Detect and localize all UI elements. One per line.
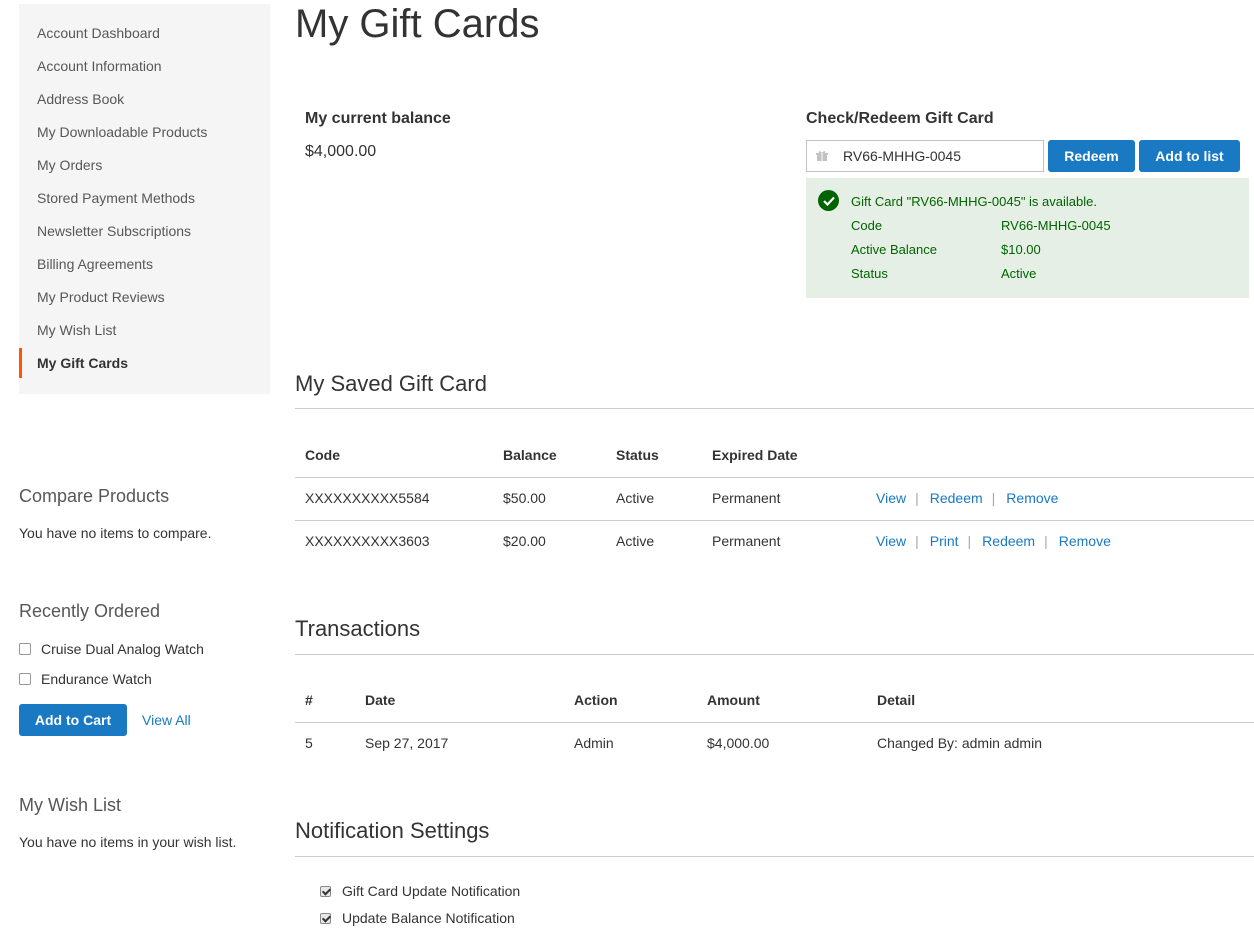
remove-link[interactable]: Remove <box>1059 533 1111 549</box>
add-to-list-button[interactable]: Add to list <box>1139 140 1240 172</box>
view-link[interactable]: View <box>876 533 906 549</box>
print-link[interactable]: Print <box>930 533 959 549</box>
message-row-label: Active Balance <box>851 242 937 257</box>
gift-icon <box>815 149 829 163</box>
message-row-value: $10.00 <box>1001 242 1041 257</box>
column-header-detail: Detail <box>877 692 916 708</box>
action-separator: | <box>991 490 996 506</box>
nav-item-downloadable-products[interactable]: My Downloadable Products <box>19 120 270 153</box>
column-header-number: # <box>305 692 313 708</box>
row-actions: View | Print | Redeem | Remove <box>876 533 1111 549</box>
notification-option-label[interactable]: Update Balance Notification <box>342 910 515 926</box>
cell-code: XXXXXXXXXX3603 <box>305 533 430 549</box>
redeem-title: Check/Redeem Gift Card <box>806 110 994 127</box>
message-row-label: Code <box>851 218 883 233</box>
column-header-amount: Amount <box>707 692 760 708</box>
cell-status: Active <box>616 490 655 506</box>
action-separator: | <box>1044 533 1048 549</box>
section-divider <box>295 654 1254 655</box>
update-balance-checkbox[interactable] <box>320 912 331 924</box>
message-row-value: Active <box>1001 266 1037 281</box>
compare-products-block: Compare Products You have no items to co… <box>19 486 270 541</box>
recently-ordered-checkbox[interactable] <box>19 673 31 685</box>
nav-item-account-information[interactable]: Account Information <box>19 54 270 87</box>
nav-item-my-orders[interactable]: My Orders <box>19 153 270 186</box>
gift-card-code-input[interactable]: RV66-MHHG-0045 <box>806 140 1044 172</box>
action-separator: | <box>967 533 972 549</box>
notification-option: Gift Card Update Notification <box>320 883 520 899</box>
column-header-date: Date <box>365 692 396 708</box>
cell-balance: $20.00 <box>503 533 546 549</box>
current-balance-title: My current balance <box>305 110 451 127</box>
checkmark-icon <box>818 190 839 211</box>
page-title: My Gift Cards <box>295 2 540 46</box>
section-divider <box>295 408 1254 409</box>
cell-expired: Permanent <box>712 533 781 549</box>
cell-number: 5 <box>305 735 313 751</box>
row-divider <box>295 520 1254 521</box>
nav-item-account-dashboard[interactable]: Account Dashboard <box>19 21 270 54</box>
cell-action: Admin <box>574 735 614 751</box>
column-header-status: Status <box>616 447 659 463</box>
saved-gift-card-title: My Saved Gift Card <box>295 371 487 396</box>
nav-item-address-book[interactable]: Address Book <box>19 87 270 120</box>
recently-ordered-checkbox[interactable] <box>19 643 31 655</box>
view-all-link[interactable]: View All <box>142 712 191 728</box>
recently-ordered-item-name[interactable]: Endurance Watch <box>41 671 152 687</box>
nav-item-gift-cards: My Gift Cards <box>19 348 270 384</box>
redeem-link[interactable]: Redeem <box>982 533 1035 549</box>
action-separator: | <box>915 490 919 506</box>
notification-settings-title: Notification Settings <box>295 818 490 843</box>
cell-expired: Permanent <box>712 490 781 506</box>
recently-ordered-item-name[interactable]: Cruise Dual Analog Watch <box>41 641 204 657</box>
redeem-button[interactable]: Redeem <box>1048 140 1135 172</box>
compare-products-empty-text: You have no items to compare. <box>19 525 212 541</box>
cell-code: XXXXXXXXXX5584 <box>305 490 430 506</box>
recently-ordered-actions: Add to Cart View All <box>19 704 270 736</box>
recently-ordered-block: Recently Ordered Cruise Dual Analog Watc… <box>19 601 270 736</box>
recently-ordered-title: Recently Ordered <box>19 601 161 621</box>
column-header-code: Code <box>305 447 340 463</box>
notification-option-label[interactable]: Gift Card Update Notification <box>342 883 520 899</box>
nav-item-newsletter-subscriptions[interactable]: Newsletter Subscriptions <box>19 219 270 252</box>
transactions-title: Transactions <box>295 616 421 641</box>
cell-date: Sep 27, 2017 <box>365 735 449 751</box>
add-to-cart-button[interactable]: Add to Cart <box>19 704 127 736</box>
redeem-link[interactable]: Redeem <box>930 490 983 506</box>
cell-status: Active <box>616 533 655 549</box>
row-actions: View | Redeem | Remove <box>876 490 1058 506</box>
nav-item-product-reviews[interactable]: My Product Reviews <box>19 285 270 318</box>
gift-card-code-value: RV66-MHHG-0045 <box>843 148 962 164</box>
nav-item-stored-payment-methods[interactable]: Stored Payment Methods <box>19 186 270 219</box>
row-divider <box>295 722 1254 723</box>
column-header-balance: Balance <box>503 447 557 463</box>
success-message-text: Gift Card "RV66-MHHG-0045" is available. <box>851 194 1097 209</box>
cell-balance: $50.00 <box>503 490 546 506</box>
wishlist-title: My Wish List <box>19 795 122 815</box>
account-nav: Account Dashboard Account Information Ad… <box>19 4 270 394</box>
wishlist-block: My Wish List You have no items in your w… <box>19 795 270 850</box>
wishlist-empty-text: You have no items in your wish list. <box>19 834 237 850</box>
message-row-value: RV66-MHHG-0045 <box>1001 218 1111 233</box>
cell-detail: Changed By: admin admin <box>877 735 1042 751</box>
view-link[interactable]: View <box>876 490 906 506</box>
action-separator: | <box>915 533 919 549</box>
row-divider <box>295 477 1254 478</box>
recently-ordered-item: Cruise Dual Analog Watch <box>19 634 270 664</box>
compare-products-title: Compare Products <box>19 486 170 506</box>
nav-item-wish-list[interactable]: My Wish List <box>19 318 270 351</box>
gift-card-update-checkbox[interactable] <box>320 885 331 897</box>
cell-amount: $4,000.00 <box>707 735 770 751</box>
message-row-label: Status <box>851 266 888 281</box>
current-balance-value: $4,000.00 <box>305 143 377 160</box>
remove-link[interactable]: Remove <box>1006 490 1058 506</box>
column-header-action: Action <box>574 692 618 708</box>
gift-card-success-message: Gift Card "RV66-MHHG-0045" is available.… <box>806 178 1249 298</box>
section-divider <box>295 856 1254 857</box>
nav-item-billing-agreements[interactable]: Billing Agreements <box>19 252 270 285</box>
recently-ordered-item: Endurance Watch <box>19 664 270 694</box>
notification-option: Update Balance Notification <box>320 910 515 926</box>
column-header-expired-date: Expired Date <box>712 447 798 463</box>
